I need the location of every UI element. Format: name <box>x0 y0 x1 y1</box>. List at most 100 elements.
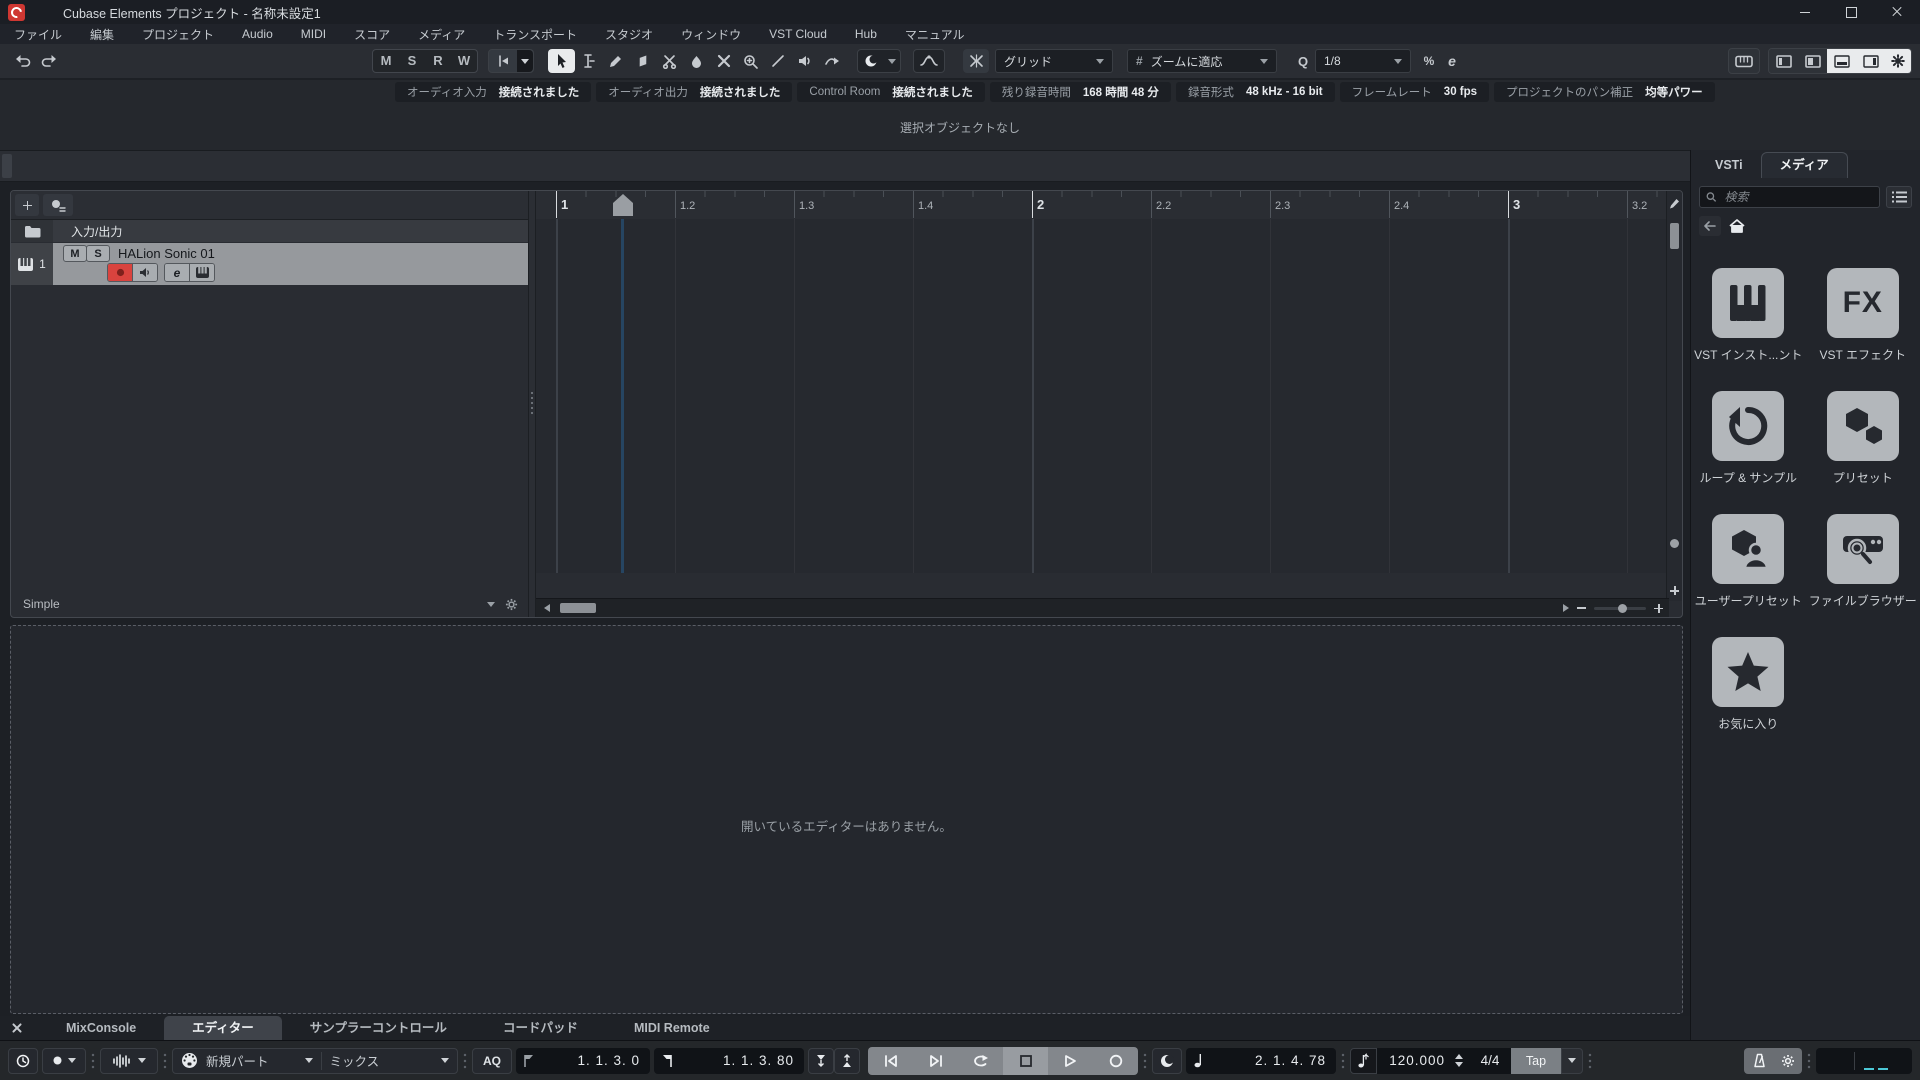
vscroll-thumb[interactable] <box>1670 223 1679 249</box>
tab-vsti[interactable]: VSTi <box>1697 153 1761 178</box>
results-list-view-icon[interactable] <box>1886 186 1912 208</box>
quantize-panel-icon[interactable]: e <box>1441 49 1463 73</box>
common-record-modes-select[interactable] <box>42 1047 86 1074</box>
mute-all-button[interactable]: M <box>373 50 399 72</box>
close-button[interactable] <box>1874 0 1920 24</box>
tempo-options-caret[interactable] <box>1561 1047 1583 1074</box>
horizontal-scrollbar[interactable] <box>536 598 1669 617</box>
track-name[interactable]: HALion Sonic 01 <box>118 246 215 261</box>
cycle-button[interactable] <box>958 1047 1003 1075</box>
menu-project[interactable]: プロジェクト <box>128 26 228 43</box>
hzoom-slider[interactable] <box>1594 603 1646 613</box>
ruler-pencil-icon[interactable] <box>1669 198 1680 210</box>
tile-favorites[interactable]: お気に入り <box>1691 637 1806 732</box>
scroll-right-icon[interactable] <box>1563 604 1569 612</box>
draw-tool-icon[interactable] <box>602 49 629 73</box>
tap-tempo-button[interactable]: Tap <box>1511 1047 1561 1074</box>
status-record-format[interactable]: 録音形式 48 kHz - 16 bit <box>1175 82 1335 102</box>
tile-user-presets[interactable]: ユーザープリセット <box>1691 514 1806 609</box>
menu-hub[interactable]: Hub <box>841 27 891 41</box>
punch-out-icon[interactable] <box>834 1047 860 1074</box>
erase-tool-icon[interactable] <box>629 49 656 73</box>
iterative-quantize-icon[interactable]: % <box>1417 49 1441 73</box>
quantize-select[interactable]: 1/8 <box>1315 49 1411 73</box>
tab-mixconsole[interactable]: MixConsole <box>38 1016 164 1040</box>
line-tool-icon[interactable] <box>764 49 791 73</box>
vertical-scrollbar[interactable] <box>1666 191 1682 601</box>
arrange-area[interactable] <box>536 219 1669 573</box>
close-lower-zone-icon[interactable] <box>10 1021 24 1035</box>
tempo-steppers[interactable] <box>1455 1054 1463 1067</box>
undo-icon[interactable] <box>10 49 36 73</box>
menu-studio[interactable]: スタジオ <box>591 26 667 43</box>
tile-loops-samples[interactable]: ループ & サンプル <box>1691 391 1806 486</box>
status-audio-output[interactable]: オーディオ出力 接続されました <box>596 82 793 102</box>
use-track-preset-icon[interactable] <box>43 194 73 216</box>
midi-mix-mode-value[interactable]: ミックス <box>330 1051 380 1070</box>
menu-midi[interactable]: MIDI <box>287 27 340 41</box>
color-menu-caret[interactable] <box>884 49 900 73</box>
tile-presets[interactable]: プリセット <box>1806 391 1920 486</box>
tempo-track-icon[interactable] <box>1350 1047 1377 1074</box>
add-track-button[interactable] <box>15 194 39 216</box>
hzoom-slider-thumb[interactable] <box>1618 603 1627 613</box>
monitor-button[interactable] <box>132 264 157 281</box>
write-automation-button[interactable]: W <box>451 50 477 72</box>
track-settings-gear-icon[interactable] <box>505 598 518 611</box>
status-pan-law[interactable]: プロジェクトのパン補正 均等パワー <box>1494 82 1715 102</box>
menu-transport[interactable]: トランスポート <box>479 26 591 43</box>
lower-zone-toggle-icon[interactable] <box>1827 49 1856 73</box>
search-input[interactable] <box>1722 189 1873 205</box>
track-mute-button[interactable]: M <box>63 245 87 262</box>
snap-icon[interactable] <box>963 49 989 73</box>
mute-tool-icon[interactable] <box>710 49 737 73</box>
tempo-display[interactable]: 120.000 <box>1377 1047 1469 1074</box>
status-record-time[interactable]: 残り録音時間 168 時間 48 分 <box>989 82 1171 102</box>
menu-manual[interactable]: マニュアル <box>891 26 979 43</box>
setup-window-layout-gear-icon[interactable] <box>1885 49 1911 73</box>
tab-editor[interactable]: エディター <box>164 1016 282 1040</box>
range-selection-tool-icon[interactable] <box>575 49 602 73</box>
auto-scroll-icon[interactable] <box>489 49 517 73</box>
hscroll-thumb[interactable] <box>560 603 596 613</box>
menu-file[interactable]: ファイル <box>0 26 76 43</box>
secondary-time-display[interactable]: 2. 1. 4. 78 <box>1186 1047 1336 1074</box>
vzoom-plus-icon[interactable] <box>1670 586 1679 595</box>
grid-type-select[interactable]: # ズームに適応 <box>1127 49 1277 73</box>
menu-edit[interactable]: 編集 <box>76 26 128 43</box>
project-cursor-handle[interactable] <box>611 194 635 216</box>
tab-midi-remote[interactable]: MIDI Remote <box>606 1016 738 1040</box>
tab-chord-pads[interactable]: コードパッド <box>475 1016 606 1040</box>
audio-record-modes-select[interactable] <box>100 1047 158 1074</box>
tile-file-browser[interactable]: ファイルブラウザー <box>1806 514 1920 609</box>
tab-media[interactable]: メディア <box>1760 152 1848 178</box>
left-locator-display[interactable]: 1. 1. 3. 0 <box>516 1047 650 1074</box>
time-signature-display[interactable]: 4/4 <box>1469 1047 1511 1074</box>
play-tool-icon[interactable] <box>791 49 818 73</box>
home-icon[interactable] <box>1729 219 1745 233</box>
preset-caret-icon[interactable] <box>487 601 495 607</box>
vzoom-knob[interactable] <box>1670 539 1679 548</box>
auto-quantize-button[interactable]: AQ <box>472 1047 512 1074</box>
glue-tool-icon[interactable] <box>683 49 710 73</box>
redo-icon[interactable] <box>36 49 62 73</box>
left-zone-toggle-icon[interactable] <box>1769 49 1798 73</box>
metronome-icon[interactable] <box>1744 1047 1774 1074</box>
scroll-left-icon[interactable] <box>544 604 550 612</box>
tab-sampler-control[interactable]: サンプラーコントロール <box>282 1016 475 1040</box>
tile-vst-instruments[interactable]: VST インスト...ント <box>1691 268 1806 363</box>
auto-scroll-options-caret[interactable] <box>517 50 533 72</box>
io-channel-row[interactable]: 入力/出力 <box>11 220 528 242</box>
time-display-options-icon[interactable] <box>8 1047 38 1074</box>
instrument-track-row[interactable]: 1 M S HALion Sonic 01 e <box>11 243 528 285</box>
automation-panel-icon[interactable] <box>913 49 945 73</box>
back-icon[interactable] <box>1699 216 1721 236</box>
quantize-icon[interactable]: Q <box>1291 49 1315 73</box>
punch-in-icon[interactable] <box>808 1047 834 1074</box>
menu-vst-cloud[interactable]: VST Cloud <box>755 27 841 41</box>
go-to-next-marker-button[interactable] <box>913 1047 958 1075</box>
menu-media[interactable]: メディア <box>404 26 479 43</box>
edit-channel-button[interactable]: e <box>165 264 189 281</box>
menu-window[interactable]: ウィンドウ <box>667 26 755 43</box>
track-solo-button[interactable]: S <box>86 245 110 262</box>
